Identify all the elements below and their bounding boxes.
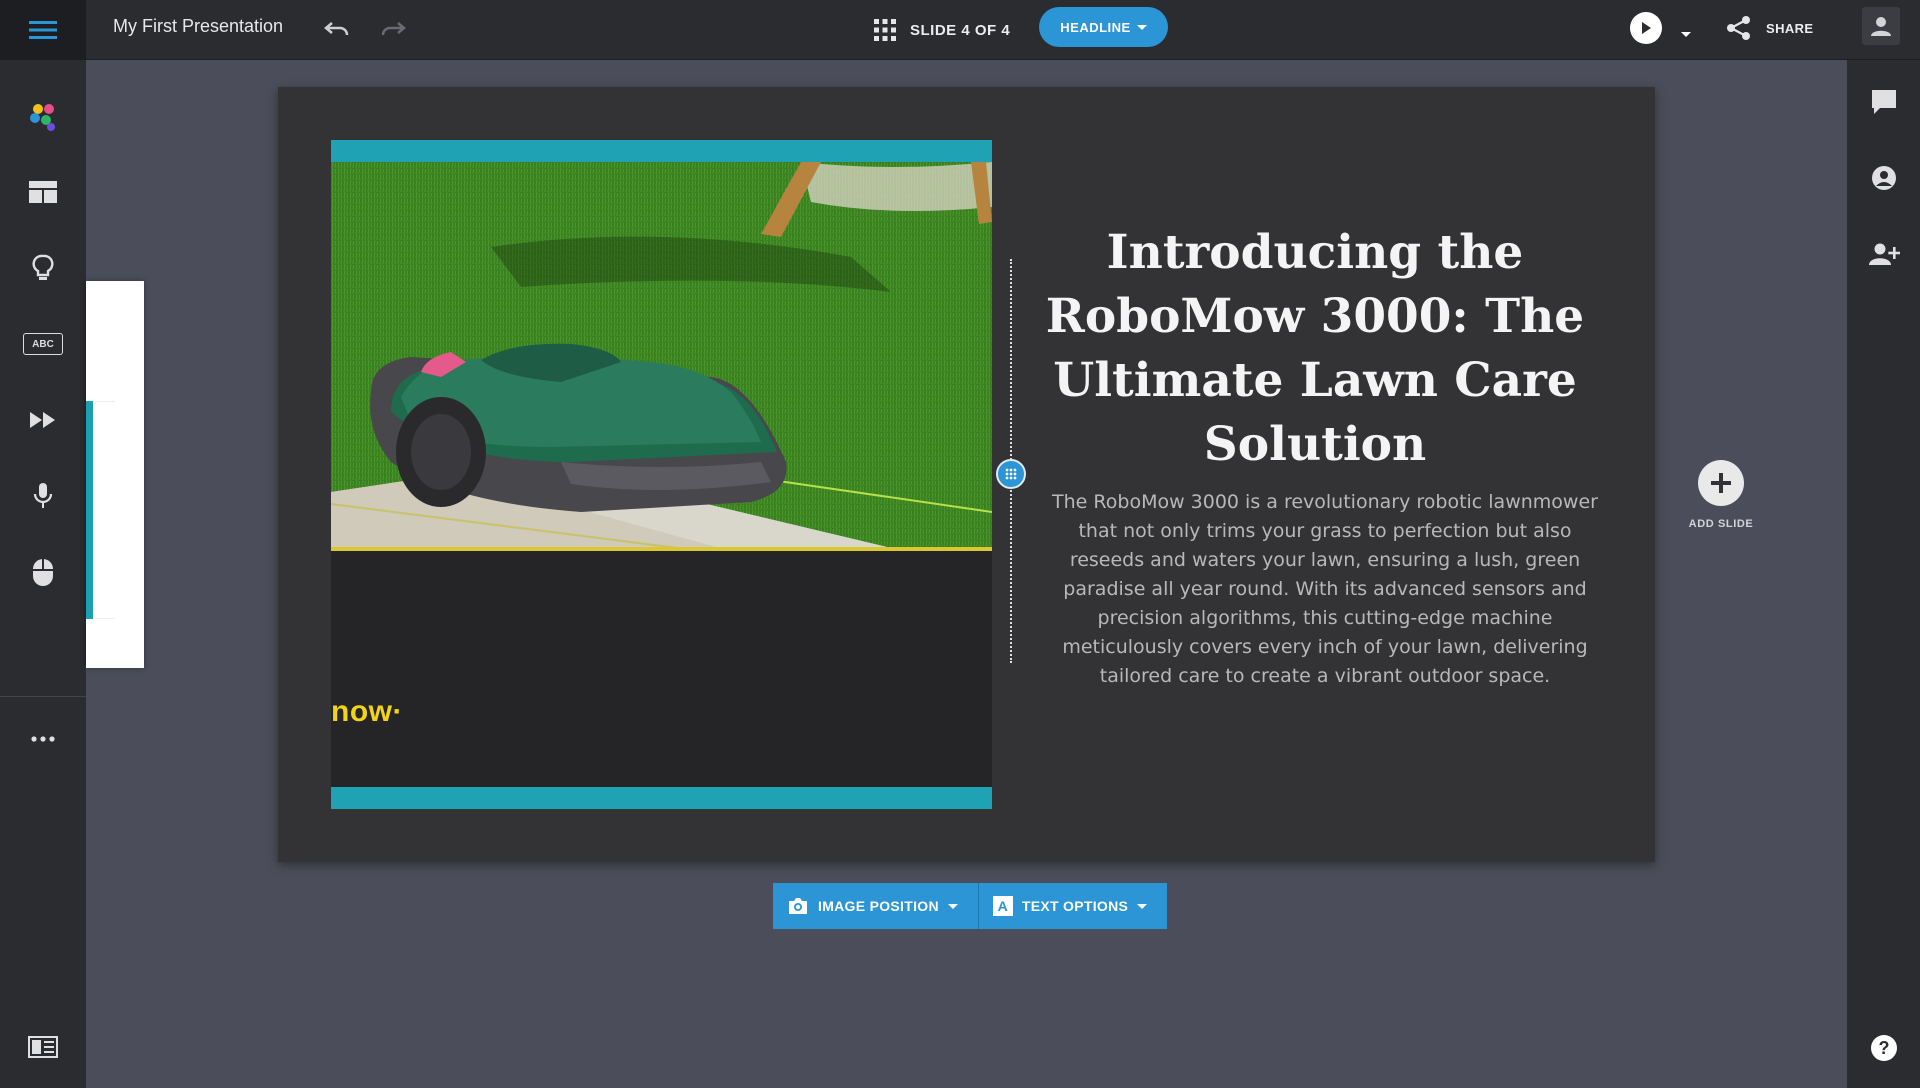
mouse-icon [33,559,53,586]
mower-photo [331,162,992,551]
camera-icon [789,898,807,914]
undo-button[interactable] [320,12,354,46]
comments-icon [1871,90,1896,114]
transitions-icon [30,412,55,428]
layout-dropdown-button[interactable]: HEADLINE [1039,7,1168,47]
present-button[interactable] [1630,12,1662,44]
thumbnail-lines [95,401,115,619]
layout-dropdown-label: HEADLINE [1060,19,1131,35]
robot-mower-illustration [331,162,992,551]
sidebar-item-text-style[interactable]: ABC [0,316,86,372]
sidebar-item-slide-list[interactable] [0,1019,86,1075]
plus-icon [1711,473,1731,493]
sidebar-item-interactivity[interactable] [0,544,86,600]
image-position-button[interactable]: IMAGE POSITION [773,883,978,929]
sidebar-divider [0,696,86,697]
slide-navigator[interactable]: SLIDE 4 OF 4 [874,14,1010,46]
present-options-dropdown[interactable] [1681,24,1691,42]
share-label: SHARE [1766,20,1814,36]
sidebar-item-more[interactable] [0,711,86,767]
redo-icon [381,22,406,36]
add-slide-button[interactable] [1698,460,1744,506]
left-sidebar: ABC [0,60,86,1088]
hamburger-icon [29,21,57,39]
add-slide-label: ADD SLIDE [1688,518,1754,530]
sidebar-item-ideas[interactable] [0,240,86,296]
ideas-icon [32,254,54,280]
comments-button[interactable] [1847,74,1920,130]
layout-icon [29,181,57,203]
text-style-icon: ABC [23,333,63,355]
text-options-label: TEXT OPTIONS [1021,898,1129,914]
sidebar-item-layout[interactable] [0,164,86,220]
sidebar-item-transitions[interactable] [0,392,86,448]
redo-button[interactable] [376,12,410,46]
theme-icon [30,104,55,131]
slide-canvas: now· Introducing the RoboMow 3000: The U… [278,87,1655,862]
thumbnail-accent-bar [86,401,93,619]
invite-collaborator-button[interactable] [1847,226,1920,282]
play-icon [1642,22,1651,34]
grid-icon [874,19,896,41]
image-teal-band-bottom [331,787,992,809]
more-icon [31,736,55,742]
image-position-label: IMAGE POSITION [818,898,939,914]
slide-toolbar: IMAGE POSITION A TEXT OPTIONS [773,883,1168,929]
sidebar-item-narration[interactable] [0,468,86,524]
account-button[interactable] [1847,150,1920,206]
text-format-icon: A [992,896,1013,916]
drag-dots-icon [1005,468,1017,480]
account-icon [1871,166,1896,190]
top-bar: My First Presentation SLIDE 4 OF 4 HEADL… [0,0,1920,60]
slide-thumbnail-peek[interactable] [86,281,144,668]
share-icon [1727,16,1750,40]
image-brand-text: now· [331,695,403,728]
text-options-button[interactable]: A TEXT OPTIONS [977,883,1167,929]
chevron-down-icon [947,903,958,909]
microphone-icon [33,483,53,508]
image-teal-band-top [331,140,992,162]
slide-image[interactable]: now· [331,140,992,809]
chevron-down-icon [1681,32,1691,37]
menu-button[interactable] [0,0,86,60]
slide-headline[interactable]: Introducing the RoboMow 3000: The Ultima… [1033,221,1597,477]
chevron-down-icon [1137,903,1148,909]
undo-icon [324,22,349,36]
right-sidebar [1847,60,1920,1088]
chevron-down-icon [1136,24,1147,30]
split-resize-handle[interactable] [996,459,1026,489]
invite-collaborator-icon [1868,243,1900,265]
slide-list-icon [28,1036,58,1058]
help-button[interactable]: ? [1871,1035,1897,1061]
user-avatar[interactable] [1862,7,1900,45]
sidebar-item-theme[interactable] [0,88,86,144]
slide-counter-label: SLIDE 4 OF 4 [910,21,1011,39]
presentation-title[interactable]: My First Presentation [113,16,283,37]
share-button[interactable]: SHARE [1726,12,1814,44]
user-icon [1871,17,1891,36]
slide-body-text[interactable]: The RoboMow 3000 is a revolutionary robo… [1043,488,1607,691]
